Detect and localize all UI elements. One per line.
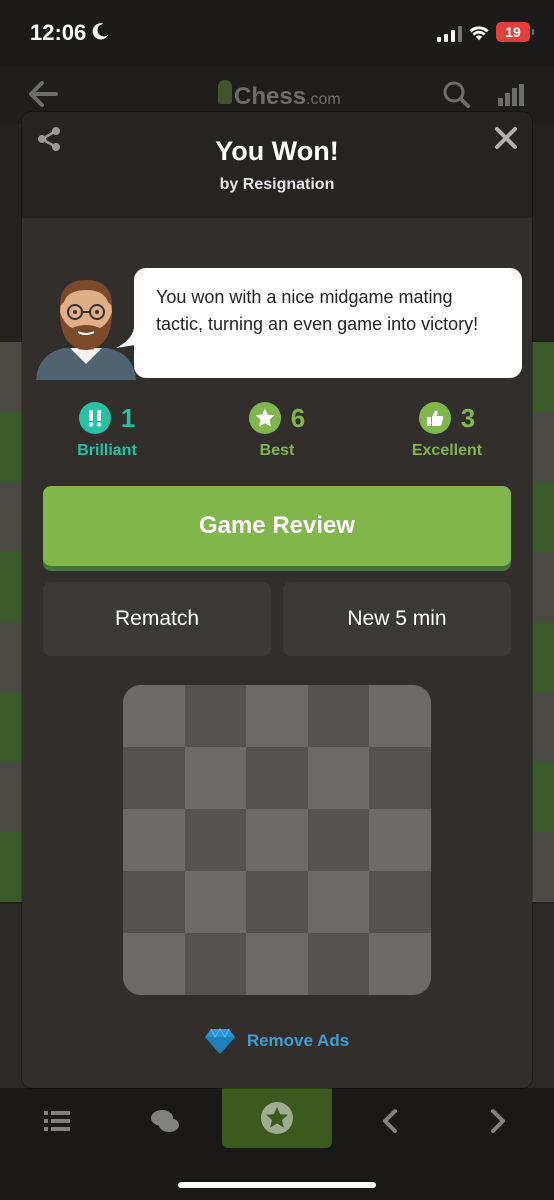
logo-text: Chess — [234, 83, 307, 110]
home-indicator — [178, 1182, 376, 1188]
chess-logo: Chess .com — [218, 80, 341, 111]
stat-excellent: 3 Excellent — [372, 398, 522, 460]
coach-speech-bubble: You won with a nice midgame mating tacti… — [134, 268, 522, 378]
remove-ads-label: Remove Ads — [246, 1031, 350, 1050]
previous-move-icon[interactable] — [376, 1106, 406, 1136]
moves-list-icon[interactable] — [42, 1106, 72, 1136]
rematch-button[interactable]: Rematch — [43, 582, 271, 656]
review-star-button[interactable] — [222, 1088, 332, 1148]
new-game-button[interactable]: New 5 min — [283, 582, 511, 656]
wifi-icon — [469, 26, 489, 41]
back-arrow-icon[interactable] — [28, 80, 58, 108]
best-count: 6 — [290, 402, 306, 433]
chat-icon[interactable] — [150, 1106, 180, 1136]
brilliant-count: 1 — [120, 402, 136, 433]
brilliant-label: Brilliant — [77, 442, 137, 459]
best-star-icon — [248, 402, 281, 434]
stat-best: 6 Best — [202, 398, 352, 460]
remove-ads-link[interactable]: Remove Ads — [22, 1026, 532, 1056]
ad-placeholder-board[interactable] — [123, 685, 431, 995]
status-time: 12:06 — [30, 20, 87, 45]
logo-suffix: .com — [306, 91, 341, 108]
modal-subtitle: by Resignation — [219, 176, 335, 193]
analysis-search-icon[interactable] — [442, 80, 470, 108]
stat-brilliant: 1 Brilliant — [32, 398, 182, 460]
star-circle-icon — [261, 1102, 293, 1134]
battery-indicator: 19 — [496, 22, 534, 42]
diamond-icon — [204, 1028, 235, 1054]
bar-chart-icon[interactable] — [498, 84, 524, 106]
next-move-icon[interactable] — [482, 1106, 512, 1136]
cell-signal-icon — [437, 26, 462, 42]
move-stats: 1 Brilliant 6 Best 3 Excellent — [22, 398, 532, 468]
status-bar: 12:06 19 — [0, 0, 554, 66]
moon-icon — [92, 23, 109, 40]
modal-header: You Won! by Resignation — [22, 112, 532, 218]
excellent-label: Excellent — [411, 442, 483, 459]
coach-avatar — [36, 280, 136, 380]
excellent-thumb-icon — [418, 402, 451, 434]
best-label: Best — [259, 442, 295, 459]
excellent-count: 3 — [460, 402, 476, 433]
game-review-button[interactable]: Game Review — [43, 486, 511, 566]
brilliant-icon — [78, 402, 111, 434]
game-over-modal: You Won! by Resignation You won with a n… — [22, 112, 532, 1088]
pawn-logo-icon — [218, 80, 232, 104]
modal-title: You Won! — [215, 136, 339, 166]
